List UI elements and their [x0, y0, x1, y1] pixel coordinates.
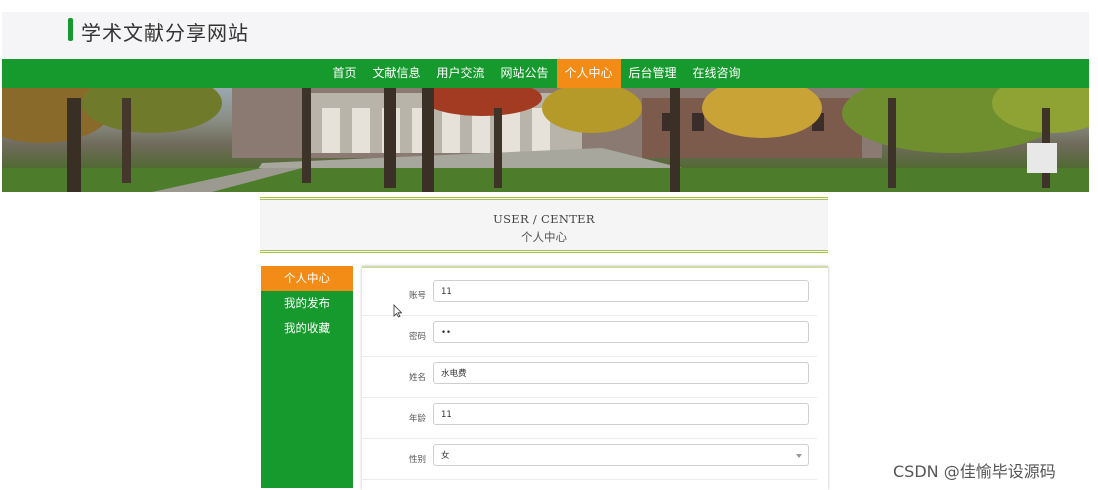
- form-row-account: 账号 11: [362, 275, 817, 316]
- form-row-password: 密码 ••: [362, 316, 817, 357]
- main-nav: 首页 文献信息 用户交流 网站公告 个人中心 后台管理 在线咨询: [2, 59, 1089, 88]
- site-title: 学术文献分享网站: [81, 21, 249, 45]
- profile-form: 账号 11 密码 •• 姓名 水电费 年龄 11 性别 女: [362, 266, 828, 490]
- name-input[interactable]: 水电费: [433, 362, 809, 384]
- site-header: 学术文献分享网站: [2, 12, 1089, 59]
- password-label: 密码: [408, 332, 426, 342]
- age-input[interactable]: 11: [433, 403, 809, 425]
- nav-item-user-center[interactable]: 个人中心: [556, 59, 621, 88]
- nav-item-home[interactable]: 首页: [324, 59, 364, 88]
- nav-item-literature[interactable]: 文献信息: [364, 59, 428, 88]
- user-center-sidebar: 个人中心 我的发布 我的收藏: [261, 266, 353, 488]
- user-center-heading: USER / CENTER 个人中心: [260, 197, 828, 253]
- account-input[interactable]: 11: [433, 280, 809, 302]
- form-row-gender: 性别 女: [362, 439, 817, 480]
- nav-item-admin[interactable]: 后台管理: [621, 59, 685, 88]
- form-row-name: 姓名 水电费: [362, 357, 817, 398]
- nav-item-user-exchange[interactable]: 用户交流: [428, 59, 492, 88]
- campus-banner-image: [2, 88, 1089, 192]
- user-center-title-en: USER / CENTER: [493, 212, 595, 226]
- gender-select-value: 女: [441, 451, 450, 461]
- mouse-pointer-icon: [393, 304, 403, 318]
- sidebar-item-my-favorites[interactable]: 我的收藏: [261, 316, 353, 341]
- sidebar-item-user-center[interactable]: 个人中心: [261, 266, 353, 291]
- gender-label: 性别: [408, 455, 426, 465]
- name-label: 姓名: [408, 373, 426, 383]
- csdn-watermark: CSDN @佳愉毕设源码: [893, 462, 1056, 481]
- user-center-title-zh: 个人中心: [521, 230, 567, 244]
- sidebar-item-my-posts[interactable]: 我的发布: [261, 291, 353, 316]
- age-label: 年龄: [408, 414, 426, 424]
- form-row-age: 年龄 11: [362, 398, 817, 439]
- nav-item-announcements[interactable]: 网站公告: [492, 59, 556, 88]
- gender-select[interactable]: 女: [433, 444, 809, 466]
- chevron-down-icon: [796, 454, 802, 458]
- password-input[interactable]: ••: [433, 321, 809, 343]
- title-accent-bar: [68, 18, 73, 41]
- account-label: 账号: [408, 291, 426, 301]
- nav-item-consult[interactable]: 在线咨询: [685, 59, 749, 88]
